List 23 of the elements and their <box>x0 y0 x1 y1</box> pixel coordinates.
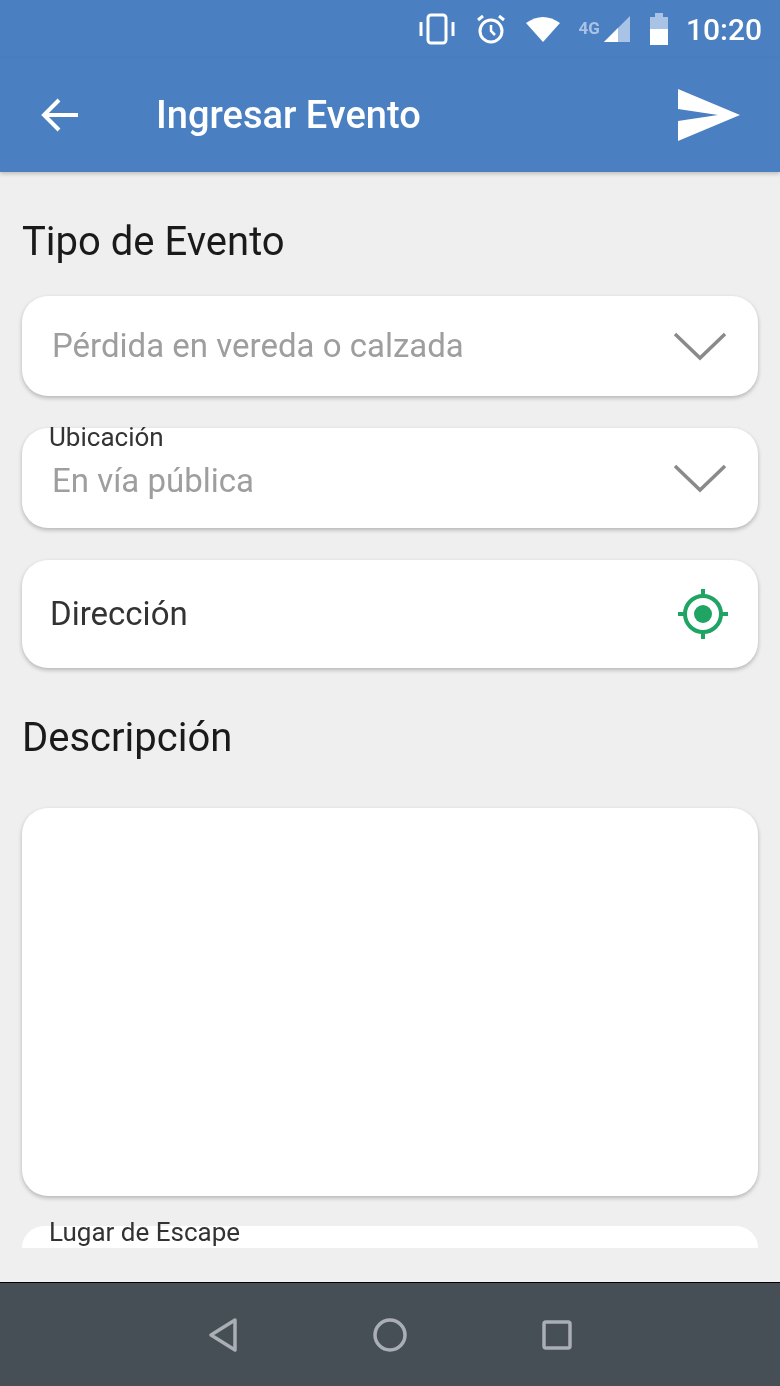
screen-title: Ingresar Evento <box>156 91 422 139</box>
clock-time: 10:20 <box>685 10 762 49</box>
wifi-icon <box>524 15 561 43</box>
battery-icon <box>649 13 668 45</box>
address-placeholder: Dirección <box>50 593 188 636</box>
description-field[interactable] <box>22 808 758 1196</box>
location-target-icon[interactable] <box>676 587 730 641</box>
recents-icon[interactable] <box>541 1318 574 1351</box>
chevron-down-icon <box>672 462 728 494</box>
back-arrow-icon[interactable] <box>40 97 80 133</box>
send-icon[interactable] <box>678 89 740 141</box>
address-field[interactable]: Dirección <box>22 560 758 668</box>
dropdown-value: Pérdida en vereda o calzada <box>52 325 464 368</box>
section-heading: Descripción <box>21 713 234 763</box>
dropdown-field[interactable]: Ubicación En vía pública <box>22 428 758 528</box>
chevron-down-icon <box>672 330 728 362</box>
back-icon[interactable] <box>206 1316 239 1353</box>
signal-icon <box>603 16 632 42</box>
network-type: 4G <box>578 17 600 40</box>
section-heading: Tipo de Evento <box>21 217 286 267</box>
home-icon[interactable] <box>372 1316 408 1353</box>
dropdown-value: En vía pública <box>52 460 254 503</box>
alarm-icon <box>474 13 507 45</box>
